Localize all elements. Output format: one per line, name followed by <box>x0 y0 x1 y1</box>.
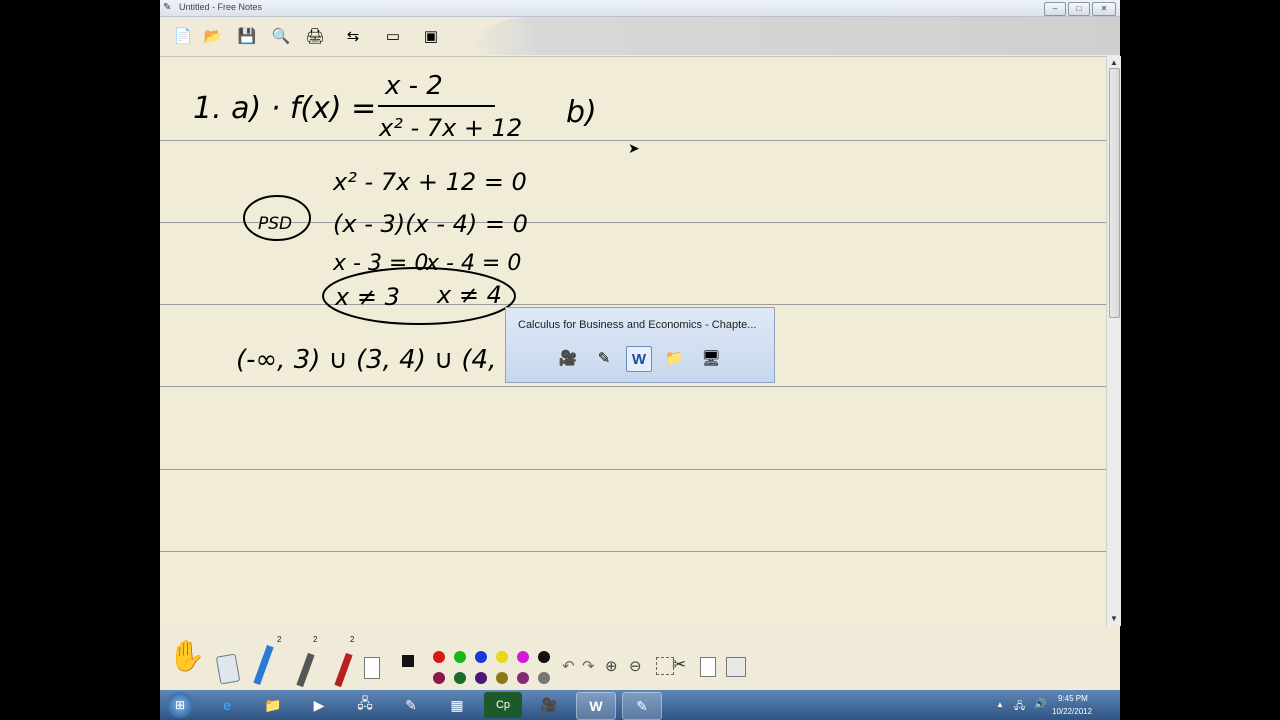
free-notes-icon[interactable]: ✎ <box>592 346 616 370</box>
color-black-icon[interactable] <box>538 651 550 663</box>
ruled-line <box>160 304 1106 305</box>
color-olive-icon[interactable] <box>496 672 508 684</box>
page-icon[interactable] <box>700 657 716 677</box>
color-dark-green-icon[interactable] <box>454 672 466 684</box>
print-icon[interactable]: 🖨 <box>304 25 326 47</box>
free-notes-task-icon[interactable]: ✎ <box>392 692 430 718</box>
pen-icon: ✎ <box>163 2 172 13</box>
free-notes-task2-icon[interactable]: ✎ <box>622 692 662 720</box>
main-toolbar: 📄 📂 💾 🔍 🖨 ⇆ ▭ ▣ <box>160 17 1120 55</box>
pen-black-icon[interactable] <box>296 652 315 688</box>
new-icon[interactable]: 📄 <box>172 25 194 47</box>
app-task-icon[interactable]: ▦ <box>438 692 476 718</box>
network-icon[interactable]: 🖧 <box>346 692 384 718</box>
color-magenta-icon[interactable] <box>517 651 529 663</box>
save-icon[interactable]: 💾 <box>236 25 258 47</box>
hand-icon[interactable]: ✋ <box>168 639 205 674</box>
ruled-line <box>160 551 1106 552</box>
pen-blue-icon[interactable] <box>253 645 274 685</box>
folder-icon[interactable]: 📁 <box>662 346 686 370</box>
ruled-line <box>160 386 1106 387</box>
word-task-icon[interactable]: W <box>576 692 616 720</box>
pen-red-icon[interactable] <box>334 652 353 688</box>
pen-size-label: 2 <box>277 635 282 644</box>
minimize-button[interactable]: – <box>1044 2 1066 16</box>
zoom-in-icon[interactable]: ⊕ <box>605 657 618 675</box>
scroll-up-icon[interactable]: ▲ <box>1110 58 1118 67</box>
color-yellow-icon[interactable] <box>496 651 508 663</box>
camtasia-task-icon[interactable]: 🎥 <box>530 692 568 718</box>
captivate-icon[interactable]: Cp <box>484 692 522 718</box>
color-dark-red-icon[interactable] <box>433 672 445 684</box>
color-purple-icon[interactable] <box>475 672 487 684</box>
windows-taskbar: ⊞ e 📁 ▶ 🖧 ✎ ▦ Cp 🎥 W ✎ ▲ 🖧 🔊 9:45 PM 10/… <box>160 690 1120 720</box>
screen-icon[interactable]: 🖥 <box>699 346 723 370</box>
zoom-out-icon[interactable]: ⊖ <box>629 657 642 675</box>
ruled-line <box>160 469 1106 470</box>
cut-icon[interactable]: ✂ <box>672 655 686 675</box>
color-gray-icon[interactable] <box>538 672 550 684</box>
drawing-toolbar: ✋ 2 2 2 ↶ ↷ ⊕ ⊖ ✂ <box>160 627 1120 690</box>
redo-icon[interactable]: ↷ <box>582 657 595 675</box>
undo-icon[interactable]: ↶ <box>562 657 575 675</box>
window-title: Untitled - Free Notes <box>179 2 263 12</box>
clock-time[interactable]: 9:45 PM <box>1058 694 1088 703</box>
start-button[interactable]: ⊞ <box>167 692 193 718</box>
vertical-scrollbar[interactable]: ▲ ▼ <box>1106 56 1121 626</box>
mouse-cursor: ➤ <box>628 140 640 156</box>
taskbar-thumbnail-popup[interactable]: Calculus for Business and Economics - Ch… <box>505 307 775 383</box>
maximize-button[interactable]: □ <box>1068 2 1090 16</box>
insert-page-icon[interactable] <box>726 657 746 677</box>
pen-size-label: 2 <box>313 635 318 644</box>
ruled-line <box>160 222 1106 223</box>
word-icon[interactable]: W <box>626 346 652 372</box>
open-icon[interactable]: 📂 <box>202 25 224 47</box>
clock-date[interactable]: 10/22/2012 <box>1052 707 1092 716</box>
volume-icon[interactable]: 🔊 <box>1034 699 1046 710</box>
window-icon[interactable]: ▭ <box>382 25 404 47</box>
print-preview-icon[interactable]: 🔍 <box>270 25 292 47</box>
explorer-icon[interactable]: 📁 <box>254 692 292 718</box>
color-red-icon[interactable] <box>433 651 445 663</box>
line-style-icon[interactable] <box>364 657 380 679</box>
toolbar-decoration <box>470 17 1120 55</box>
network-tray-icon[interactable]: 🖧 <box>1014 699 1025 716</box>
page-setup-icon[interactable]: ⇆ <box>342 25 364 47</box>
color-plum-icon[interactable] <box>517 672 529 684</box>
close-button[interactable]: ✕ <box>1092 2 1116 16</box>
popup-title: Calculus for Business and Economics - Ch… <box>518 319 757 331</box>
color-blue-icon[interactable] <box>475 651 487 663</box>
color-green-icon[interactable] <box>454 651 466 663</box>
media-player-icon[interactable]: ▶ <box>300 692 338 718</box>
ie-icon[interactable]: e <box>208 692 246 718</box>
title-bar: ✎ Untitled - Free Notes – □ ✕ <box>160 0 1120 17</box>
eraser-icon[interactable] <box>215 653 241 685</box>
camtasia-icon[interactable]: 🎥 <box>556 346 580 370</box>
color-fill-icon[interactable] <box>402 655 414 667</box>
scroll-thumb[interactable] <box>1109 68 1120 318</box>
board-icon[interactable]: ▣ <box>420 25 442 47</box>
scroll-down-icon[interactable]: ▼ <box>1110 614 1118 623</box>
pen-size-label: 2 <box>350 635 355 644</box>
tray-arrow-icon[interactable]: ▲ <box>996 700 1004 709</box>
